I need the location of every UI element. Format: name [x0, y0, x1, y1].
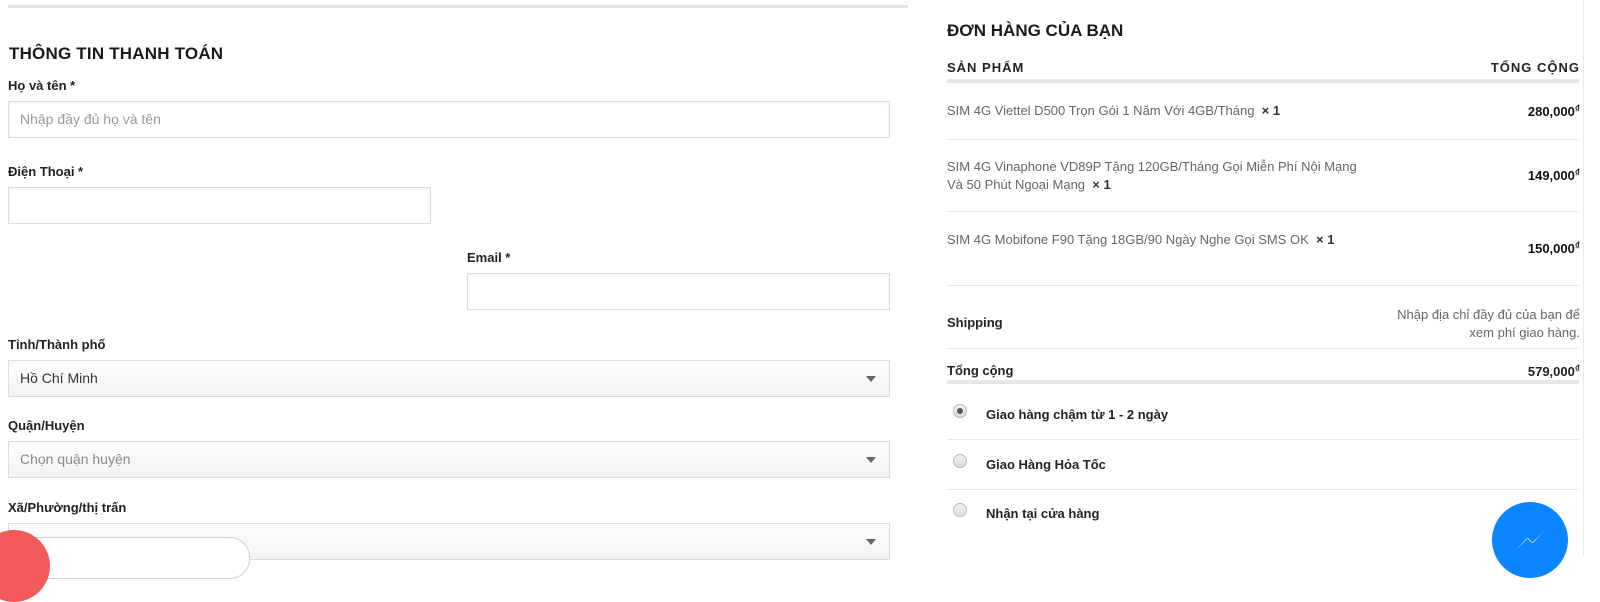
shipping-note: Nhập địa chỉ đầy đủ của bạn để xem phí g…: [1397, 307, 1580, 340]
total-amount: 579,000: [1527, 364, 1575, 379]
messenger-icon: [1516, 531, 1544, 550]
name-input[interactable]: Nhập đầy đủ họ và tên: [8, 101, 890, 138]
phone-input[interactable]: [8, 187, 431, 224]
top-divider: [8, 5, 908, 8]
messenger-chat-button[interactable]: [1492, 502, 1568, 578]
price-value: 280,000: [1527, 104, 1575, 119]
order-title: ĐƠN HÀNG CỦA BẠN: [947, 21, 1124, 40]
email-label: Email *: [467, 250, 511, 265]
billing-form: THÔNG TIN THANH TOÁN Họ và tên * Nhập đầ…: [8, 0, 908, 560]
name-label: Họ và tên *: [8, 78, 76, 93]
right-edge-divider: [1583, 0, 1584, 556]
order-item-price: 280,000₫: [1528, 104, 1580, 119]
item-title: SIM 4G Vinaphone VD89P Tặng 120GB/Tháng …: [947, 159, 1357, 192]
billing-title: THÔNG TIN THANH TOÁN: [9, 44, 224, 63]
shipping-option-radio[interactable]: [953, 404, 967, 418]
phone-label: Điện Thoại *: [8, 164, 84, 179]
total-divider: [947, 380, 1579, 384]
shipping-option-label[interactable]: Giao Hàng Hỏa Tốc: [986, 457, 1106, 472]
city-select-value: Hồ Chí Minh: [20, 370, 98, 386]
header-divider: [947, 79, 1579, 83]
shipping-option-radio[interactable]: [953, 454, 967, 468]
shipping-option-radio[interactable]: [953, 503, 967, 517]
item-qty: × 1: [1092, 177, 1111, 192]
district-label: Quận/Huyện: [8, 418, 85, 433]
currency-symbol: ₫: [1574, 104, 1580, 115]
order-item-name: SIM 4G Vinaphone VD89P Tặng 120GB/Tháng …: [947, 158, 1357, 194]
row-divider: [947, 348, 1579, 349]
item-qty: × 1: [1316, 232, 1335, 247]
currency-symbol: ₫: [1574, 364, 1580, 375]
email-input[interactable]: [467, 273, 890, 310]
currency-symbol: ₫: [1574, 168, 1580, 179]
item-title: SIM 4G Viettel D500 Trọn Gói 1 Năm Với 4…: [947, 103, 1255, 118]
order-review: ĐƠN HÀNG CỦA BẠN SẢN PHẨM TỔNG CỘNG SIM …: [947, 0, 1580, 556]
column-total: TỔNG CỘNG: [1490, 60, 1580, 75]
column-product: SẢN PHẨM: [947, 60, 1025, 75]
district-select-value: Chọn quận huyện: [20, 451, 131, 467]
item-title: SIM 4G Mobifone F90 Tặng 18GB/90 Ngày Ng…: [947, 232, 1309, 247]
chevron-down-icon: [866, 376, 876, 382]
price-value: 150,000: [1527, 241, 1575, 256]
order-item-price: 149,000₫: [1528, 168, 1580, 183]
shipping-label: Shipping: [947, 315, 1003, 330]
row-divider: [947, 285, 1579, 286]
row-divider: [947, 439, 1579, 440]
price-value: 149,000: [1527, 168, 1575, 183]
city-select[interactable]: Hồ Chí Minh: [8, 360, 890, 397]
ward-label: Xã/Phường/thị trấn: [8, 500, 127, 515]
shipping-option-label[interactable]: Nhận tại cửa hàng: [986, 506, 1099, 521]
row-divider: [947, 489, 1579, 490]
order-item-name: SIM 4G Mobifone F90 Tặng 18GB/90 Ngày Ng…: [947, 231, 1352, 249]
total-label: Tổng cộng: [947, 363, 1014, 378]
chevron-down-icon: [866, 457, 876, 463]
district-select[interactable]: Chọn quận huyện: [8, 441, 890, 478]
order-item-name: SIM 4G Viettel D500 Trọn Gói 1 Năm Với 4…: [947, 102, 1357, 120]
city-label: Tỉnh/Thành phố: [8, 337, 106, 352]
item-qty: × 1: [1261, 103, 1281, 118]
chevron-down-icon: [866, 539, 876, 545]
row-divider: [947, 139, 1579, 140]
currency-symbol: ₫: [1574, 241, 1580, 252]
total-value: 579,000₫: [1528, 364, 1580, 379]
row-divider: [947, 211, 1579, 212]
order-item-price: 150,000₫: [1528, 241, 1580, 256]
shipping-option-label[interactable]: Giao hàng chậm từ 1 - 2 ngày: [986, 407, 1168, 422]
